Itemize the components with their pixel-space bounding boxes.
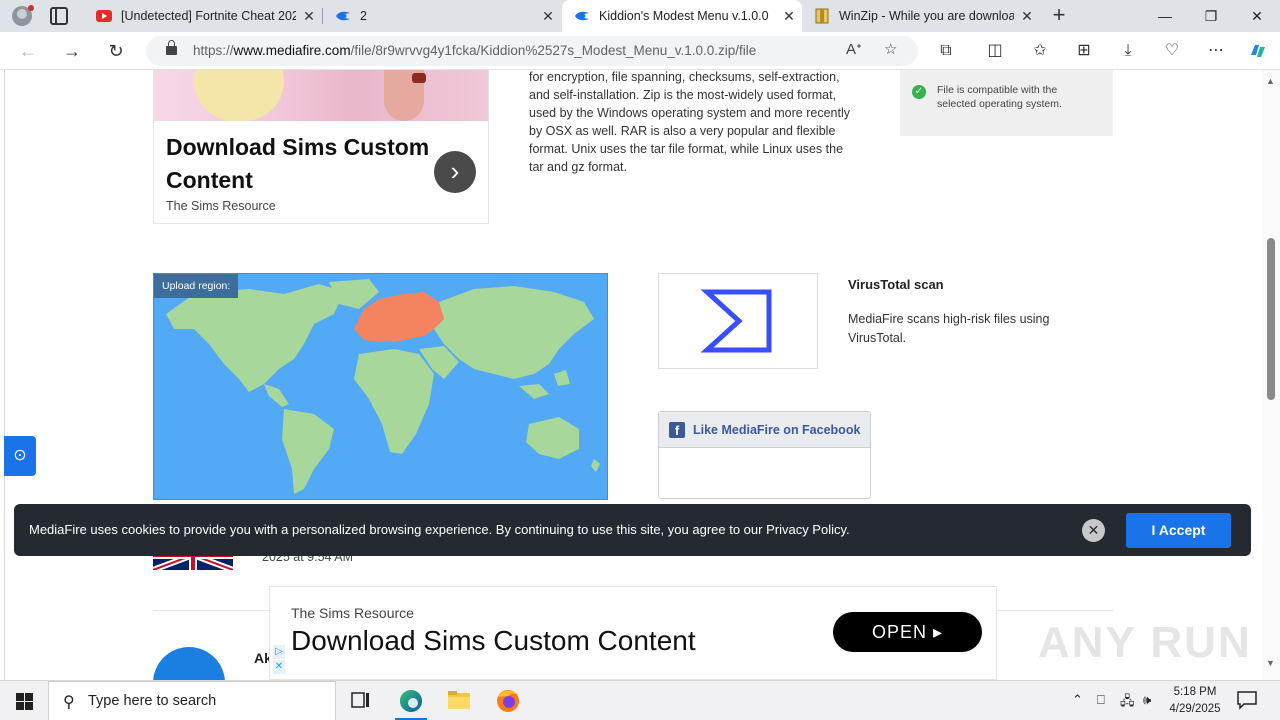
- favorite-star-icon[interactable]: ☆: [884, 40, 897, 58]
- world-map-svg: [166, 279, 600, 494]
- bottom-sims-ad[interactable]: The Sims Resource Download Sims Custom C…: [269, 586, 997, 680]
- profile-notification-dot: [28, 5, 34, 11]
- file-explorer-icon[interactable]: [435, 681, 483, 720]
- app-icon: [153, 647, 225, 680]
- mediafire-icon: [574, 8, 590, 24]
- facebook-like-box[interactable]: f Like MediaFire on Facebook: [658, 411, 871, 499]
- copilot-icon[interactable]: [1244, 37, 1272, 65]
- scroll-thumb[interactable]: [1267, 238, 1275, 400]
- scroll-up-arrow-icon[interactable]: ▲: [1266, 76, 1275, 86]
- facebook-like-header: f Like MediaFire on Facebook: [659, 412, 870, 448]
- taskbar-search-box[interactable]: ⚲ Type here to search: [48, 681, 336, 720]
- notification-center-icon[interactable]: [1236, 690, 1258, 710]
- clock-date: 4/29/2025: [1169, 703, 1221, 715]
- page-viewport: Download Sims Custom Content The Sims Re…: [0, 70, 1262, 680]
- tab-winzip[interactable]: WinZip - While you are downloa ✕: [802, 0, 1040, 32]
- url-text: https://www.mediafire.com/file/8r9wrvvg4…: [193, 43, 757, 58]
- favorites-icon[interactable]: ✩: [1026, 37, 1054, 65]
- upload-region-map: Upload region:: [153, 273, 608, 500]
- facebook-like-label[interactable]: Like MediaFire on Facebook: [693, 423, 860, 437]
- anyrun-watermark: ANY RUN: [1038, 618, 1252, 667]
- forward-button[interactable]: →: [58, 37, 86, 65]
- extensions-icon[interactable]: ⧉: [932, 37, 960, 65]
- mediafire-icon: [335, 8, 351, 24]
- tab-kiddions-modest-menu[interactable]: Kiddion's Modest Menu v.1.0.0 ✕: [562, 0, 802, 32]
- open-ad-button[interactable]: OPEN ▸: [833, 612, 982, 652]
- sims-ad-card[interactable]: Download Sims Custom Content The Sims Re…: [153, 70, 489, 224]
- start-button[interactable]: [0, 681, 48, 720]
- facebook-icon: f: [669, 422, 685, 438]
- collections-icon[interactable]: ⊞: [1070, 37, 1098, 65]
- compatibility-text: File is compatible with the selected ope…: [937, 84, 1062, 110]
- browser-essentials-icon[interactable]: ♡: [1158, 37, 1186, 65]
- show-hidden-icons-icon[interactable]: ⌃: [1072, 692, 1083, 708]
- taskbar-clock[interactable]: 5:18 PM 4/29/2025: [1162, 684, 1228, 718]
- tab-fortnite[interactable]: [Undetected] Fortnite Cheat 2024 ✕: [84, 0, 322, 32]
- downloads-icon[interactable]: ⤓: [1114, 37, 1142, 65]
- firefox-icon[interactable]: [484, 681, 532, 720]
- scroll-down-arrow-icon[interactable]: ▼: [1266, 658, 1275, 668]
- cookie-banner: MediaFire uses cookies to provide you wi…: [14, 504, 1251, 556]
- compatibility-box: ✓ File is compatible with the selected o…: [900, 70, 1113, 136]
- settings-more-icon[interactable]: ⋯: [1202, 37, 1230, 65]
- split-screen-icon[interactable]: ◫: [981, 37, 1009, 65]
- adchoices-icon[interactable]: ▷ ✕: [270, 645, 286, 675]
- close-window-button[interactable]: ✕: [1234, 0, 1280, 32]
- back-button[interactable]: ←: [14, 37, 42, 65]
- restore-button[interactable]: ❐: [1188, 0, 1234, 32]
- virustotal-description: MediaFire scans high-risk files using Vi…: [848, 312, 1050, 345]
- device-icon[interactable]: ⎕: [1097, 692, 1105, 708]
- network-icon[interactable]: 🖧: [1120, 692, 1135, 714]
- accept-cookies-button[interactable]: I Accept: [1126, 513, 1231, 548]
- new-tab-button[interactable]: +: [1046, 3, 1072, 29]
- bottom-ad-headline[interactable]: Download Sims Custom Content: [291, 625, 696, 657]
- ad-image: [154, 70, 488, 121]
- close-cookie-icon[interactable]: ✕: [1082, 519, 1105, 542]
- clock-time: 5:18 PM: [1173, 686, 1217, 698]
- ad-source: The Sims Resource: [166, 199, 276, 213]
- address-bar[interactable]: https://www.mediafire.com/file/8r9wrvvg4…: [146, 36, 918, 66]
- read-aloud-icon[interactable]: Aᐩ: [846, 40, 862, 58]
- minimize-button[interactable]: —: [1142, 0, 1188, 32]
- tab-strip: [Undetected] Fortnite Cheat 2024 ✕ 2 ✕ K…: [0, 0, 1280, 32]
- cookie-message: MediaFire uses cookies to provide you wi…: [29, 522, 850, 537]
- edge-taskbar-icon[interactable]: [387, 681, 435, 720]
- page-scrollbar[interactable]: ▲ ▼: [1262, 70, 1280, 680]
- youtube-icon: [96, 8, 112, 24]
- search-placeholder: Type here to search: [88, 693, 217, 709]
- tab-title: [Undetected] Fortnite Cheat 2024: [121, 9, 296, 23]
- browser-toolbar: ← → ↻ https://www.mediafire.com/file/8r9…: [0, 32, 1280, 70]
- search-icon: ⚲: [63, 694, 75, 711]
- task-view-icon[interactable]: [336, 681, 384, 720]
- tab-actions-icon[interactable]: [50, 7, 68, 25]
- close-tab-icon[interactable]: ✕: [296, 8, 322, 25]
- tab-title: 2: [360, 9, 367, 23]
- close-tab-icon[interactable]: ✕: [535, 8, 561, 25]
- accessibility-widget-icon[interactable]: ⊙: [4, 436, 36, 476]
- virustotal-title: VirusTotal scan: [848, 277, 944, 292]
- lock-icon[interactable]: [166, 40, 177, 55]
- tab-2[interactable]: 2 ✕: [323, 0, 561, 32]
- winzip-icon: [814, 8, 830, 24]
- close-tab-icon[interactable]: ✕: [1014, 8, 1040, 25]
- volume-icon[interactable]: 🕪: [1143, 692, 1151, 708]
- file-type-description: for encryption, file spanning, checksums…: [529, 70, 850, 174]
- close-tab-icon[interactable]: ✕: [776, 8, 802, 25]
- virustotal-logo-box[interactable]: [658, 273, 818, 369]
- map-label: Upload region:: [154, 274, 239, 298]
- tab-title: Kiddion's Modest Menu v.1.0.0: [599, 9, 769, 23]
- check-icon: ✓: [912, 85, 926, 99]
- page-border: [4, 70, 5, 680]
- ad-headline[interactable]: Download Sims Custom Content: [166, 131, 436, 197]
- virustotal-sigma-icon: [700, 289, 772, 353]
- chevron-right-icon[interactable]: ›: [434, 151, 476, 193]
- tab-title: WinZip - While you are downloa: [839, 9, 1014, 23]
- refresh-button[interactable]: ↻: [102, 37, 130, 65]
- windows-taskbar: ⚲ Type here to search ⌃ ⎕ 🖧 🕪 5:18 PM 4/…: [0, 680, 1280, 720]
- bottom-ad-source: The Sims Resource: [291, 605, 414, 621]
